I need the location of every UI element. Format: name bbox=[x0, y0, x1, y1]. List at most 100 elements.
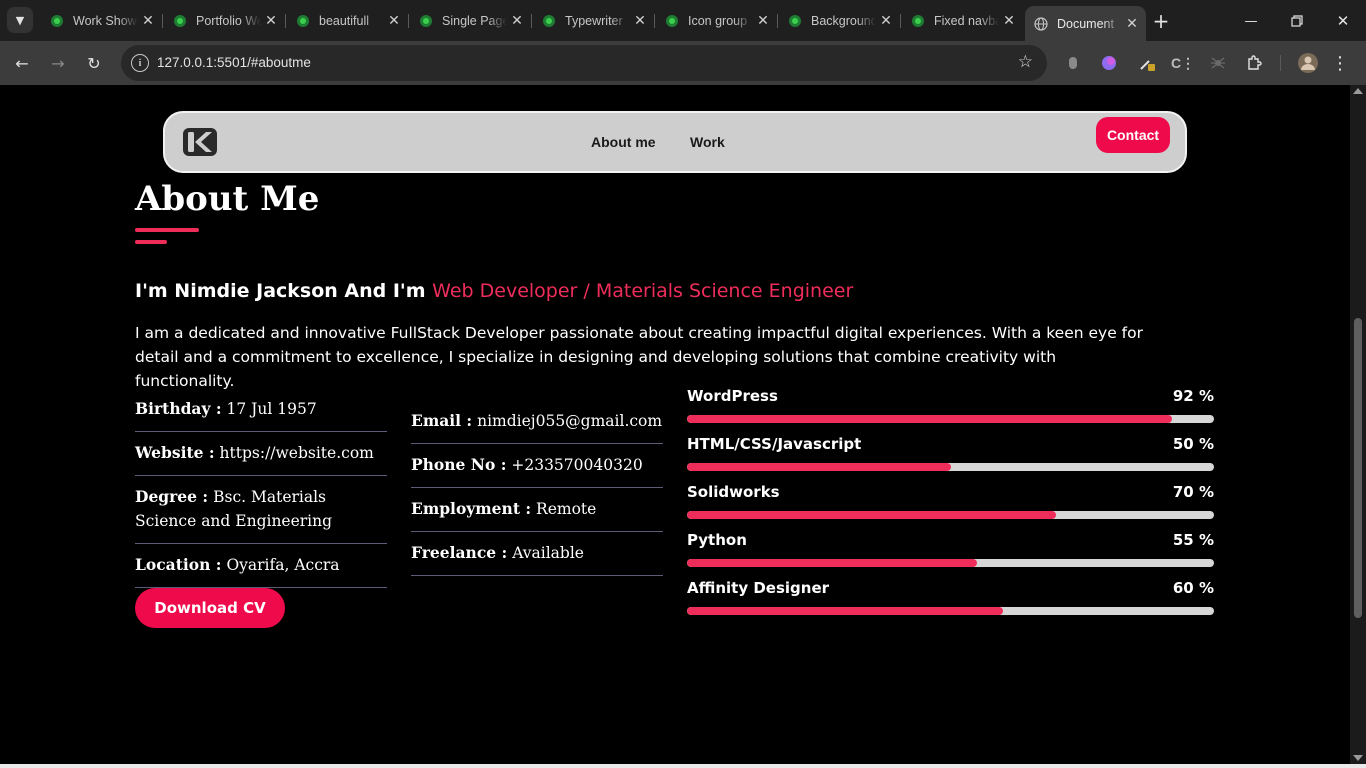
close-tab-icon[interactable]: ✕ bbox=[753, 11, 773, 31]
info-row: Degree : Bsc. Materials Science and Engi… bbox=[135, 476, 387, 544]
profile-avatar[interactable] bbox=[1297, 52, 1319, 74]
codepen-favicon-icon bbox=[665, 14, 679, 28]
section-title: About Me bbox=[135, 179, 320, 219]
skill-percent: 60 % bbox=[1172, 579, 1214, 597]
extensions-puzzle-icon[interactable] bbox=[1243, 52, 1265, 74]
browser-tab[interactable]: Typewriter ✕ bbox=[533, 6, 655, 35]
browser-tab[interactable]: Background ✕ bbox=[779, 6, 901, 35]
tab-title[interactable]: beautifull bbox=[319, 14, 384, 28]
tab-title[interactable]: Fixed navbar bbox=[934, 14, 999, 28]
tab-title[interactable]: Portfolio Website bbox=[196, 14, 261, 28]
minimize-icon[interactable]: — bbox=[1238, 8, 1264, 34]
title-underline-short bbox=[135, 240, 167, 244]
tab-title[interactable]: Single Page bbox=[442, 14, 507, 28]
browser-menu-icon[interactable]: ⋮ bbox=[1329, 52, 1351, 74]
info-label: Email : bbox=[411, 411, 473, 430]
extension-c-icon[interactable]: C⋮ bbox=[1171, 52, 1195, 74]
url-text[interactable]: 127.0.0.1:5501/#aboutme bbox=[157, 55, 311, 70]
back-icon[interactable]: ← bbox=[10, 51, 34, 75]
codepen-favicon-icon bbox=[173, 14, 187, 28]
site-navbar: About me Work Contact bbox=[163, 111, 1187, 173]
nav-link-work[interactable]: Work bbox=[690, 134, 725, 150]
browser-tab[interactable]: Portfolio Website✕ bbox=[164, 6, 286, 35]
tab-title[interactable]: Background bbox=[811, 14, 876, 28]
bookmark-star-icon[interactable]: ☆ bbox=[1018, 52, 1033, 72]
info-row: Birthday : 17 Jul 1957 bbox=[135, 388, 387, 432]
codepen-favicon-icon bbox=[542, 14, 556, 28]
info-row: Location : Oyarifa, Accra bbox=[135, 544, 387, 588]
close-tab-icon[interactable]: ✕ bbox=[999, 11, 1019, 31]
codepen-favicon-icon bbox=[788, 14, 802, 28]
info-row: Website : https://website.com bbox=[135, 432, 387, 476]
extension-spider-icon[interactable] bbox=[1207, 52, 1229, 74]
close-window-icon[interactable]: ✕ bbox=[1330, 8, 1356, 34]
skill-progress-fill bbox=[687, 559, 977, 567]
page-scrollbar[interactable] bbox=[1350, 85, 1366, 764]
close-tab-icon[interactable]: ✕ bbox=[1122, 14, 1142, 34]
browser-tab[interactable]: Single Page ✕ bbox=[410, 6, 532, 35]
info-value: https://website.com bbox=[219, 444, 374, 462]
info-label: Phone No : bbox=[411, 455, 507, 474]
tab-separator bbox=[162, 14, 163, 28]
close-tab-icon[interactable]: ✕ bbox=[261, 11, 281, 31]
extension-mouse-icon[interactable] bbox=[1062, 52, 1084, 74]
info-row: Freelance : Available bbox=[411, 532, 663, 576]
close-tab-icon[interactable]: ✕ bbox=[384, 11, 404, 31]
tab-title[interactable]: Work Showcase bbox=[73, 14, 138, 28]
skill-progress-track bbox=[687, 463, 1214, 471]
tab-separator bbox=[408, 14, 409, 28]
tab-separator bbox=[531, 14, 532, 28]
skill-progress-fill bbox=[687, 463, 951, 471]
close-tab-icon[interactable]: ✕ bbox=[876, 11, 896, 31]
extension-eyedropper-icon[interactable] bbox=[1136, 52, 1158, 74]
tab-search-button[interactable]: ▼ bbox=[7, 7, 33, 33]
nav-link-about-me[interactable]: About me bbox=[591, 134, 656, 150]
reload-icon[interactable]: ↻ bbox=[82, 51, 106, 75]
info-label: Freelance : bbox=[411, 543, 508, 562]
scroll-down-arrow-icon[interactable] bbox=[1353, 755, 1363, 761]
skill-name: WordPress bbox=[687, 387, 778, 405]
title-underline-long bbox=[135, 228, 199, 232]
new-tab-button[interactable]: + bbox=[1150, 9, 1172, 33]
extension-gradient-icon[interactable] bbox=[1098, 52, 1120, 74]
tab-strip: ▼ Work Showcase✕Portfolio Website✕beauti… bbox=[0, 0, 1366, 41]
skill-item: WordPress 92 % bbox=[687, 387, 1214, 435]
skill-item: Affinity Designer 60 % bbox=[687, 579, 1214, 627]
browser-tab[interactable]: Work Showcase✕ bbox=[41, 6, 163, 35]
tab-separator bbox=[777, 14, 778, 28]
skill-progress-track bbox=[687, 559, 1214, 567]
site-info-icon[interactable]: i bbox=[131, 54, 149, 72]
restore-icon[interactable] bbox=[1284, 8, 1310, 34]
info-value: Available bbox=[512, 544, 584, 562]
tab-title[interactable]: Typewriter bbox=[565, 14, 630, 28]
info-row: Email : nimdiej055@gmail.com bbox=[411, 400, 663, 444]
site-logo-icon[interactable] bbox=[182, 127, 218, 157]
info-label: Website : bbox=[135, 443, 215, 462]
contact-button[interactable]: Contact bbox=[1096, 117, 1170, 153]
tab-title[interactable]: Document bbox=[1057, 17, 1122, 31]
scrollbar-thumb[interactable] bbox=[1354, 318, 1362, 618]
tab-title[interactable]: Icon group bbox=[688, 14, 753, 28]
download-cv-button[interactable]: Download CV bbox=[135, 588, 285, 628]
skill-percent: 92 % bbox=[1172, 387, 1214, 405]
close-tab-icon[interactable]: ✕ bbox=[630, 11, 650, 31]
browser-tab[interactable]: Fixed navbar✕ bbox=[902, 6, 1023, 35]
toolbar-divider bbox=[1280, 55, 1281, 71]
forward-icon[interactable]: → bbox=[46, 51, 70, 75]
codepen-favicon-icon bbox=[911, 14, 925, 28]
skill-name: Affinity Designer bbox=[687, 579, 830, 597]
info-value: +233570040320 bbox=[511, 456, 643, 474]
tab-separator bbox=[654, 14, 655, 28]
browser-tab[interactable]: Document ✕ bbox=[1025, 6, 1146, 41]
info-label: Location : bbox=[135, 555, 222, 574]
scroll-up-arrow-icon[interactable] bbox=[1353, 88, 1363, 94]
intro-name: I'm Nimdie Jackson And I'm bbox=[135, 280, 433, 302]
info-label: Employment : bbox=[411, 499, 532, 518]
close-tab-icon[interactable]: ✕ bbox=[138, 11, 158, 31]
browser-tab[interactable]: Icon group ✕ bbox=[656, 6, 778, 35]
close-tab-icon[interactable]: ✕ bbox=[507, 11, 527, 31]
skill-name: Python bbox=[687, 531, 747, 549]
address-bar[interactable]: i 127.0.0.1:5501/#aboutme ☆ bbox=[121, 45, 1047, 81]
tab-separator bbox=[285, 14, 286, 28]
browser-tab[interactable]: beautifull ✕ bbox=[287, 6, 409, 35]
